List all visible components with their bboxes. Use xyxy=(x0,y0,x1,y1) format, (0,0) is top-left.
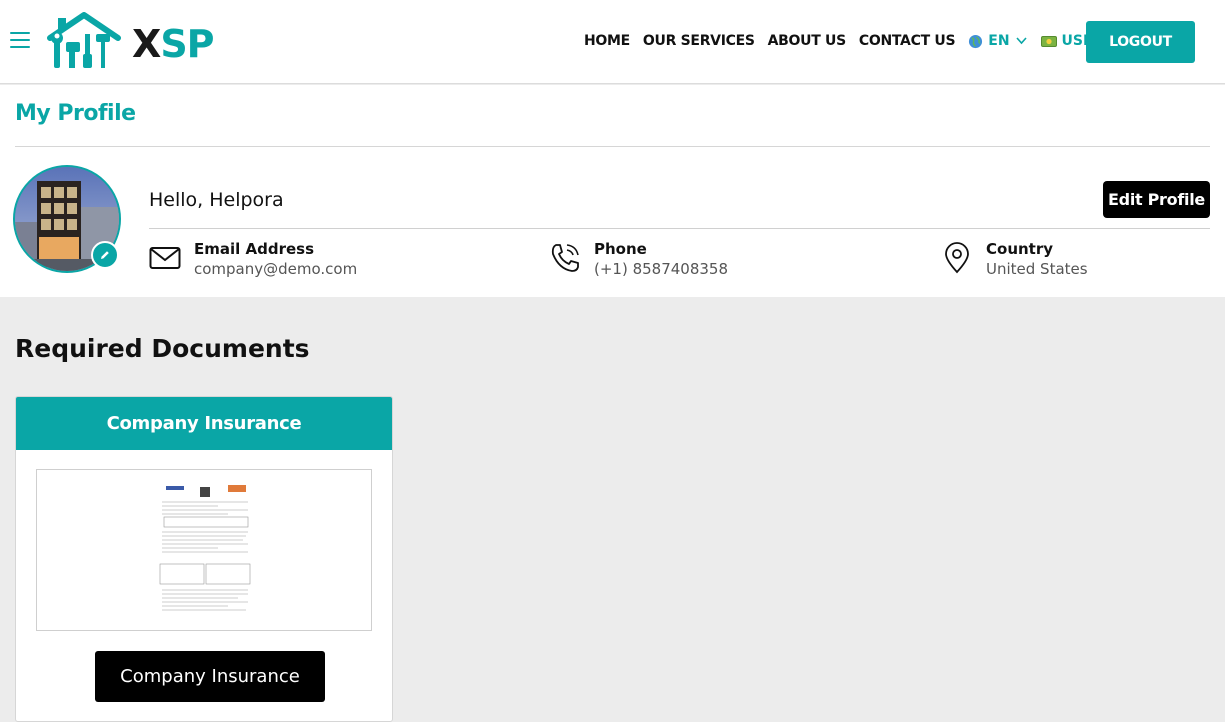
phone-icon xyxy=(551,244,579,272)
logout-button[interactable]: LOGOUT xyxy=(1086,21,1195,63)
country-value: United States xyxy=(986,260,1088,278)
document-thumbnail xyxy=(158,484,252,614)
pencil-icon xyxy=(101,251,109,259)
chevron-down-icon xyxy=(1015,37,1027,45)
avatar-edit-button[interactable] xyxy=(91,241,119,269)
wordmark-x: X xyxy=(132,22,161,66)
country-label: Country xyxy=(986,240,1054,258)
house-tools-logo-icon xyxy=(47,12,121,68)
email-label: Email Address xyxy=(194,240,315,258)
cash-icon xyxy=(1040,35,1057,47)
nav-our-services[interactable]: OUR SERVICES xyxy=(643,33,755,49)
nav-about-us[interactable]: ABOUT US xyxy=(768,33,847,49)
nav-contact-us[interactable]: CONTACT US xyxy=(859,33,956,49)
company-insurance-button[interactable]: Company Insurance xyxy=(95,651,325,702)
divider xyxy=(15,146,1210,147)
profile-section: My Profile Hello, Helpora Edit Profile E… xyxy=(0,85,1225,297)
edit-profile-button[interactable]: Edit Profile xyxy=(1103,181,1210,218)
phone-label: Phone xyxy=(594,240,647,258)
page-title: My Profile xyxy=(15,101,136,126)
phone-value: (+1) 8587408358 xyxy=(594,260,729,278)
brand-wordmark: XSP xyxy=(132,22,215,66)
document-card-header: Company Insurance xyxy=(16,397,392,450)
brand-logo[interactable]: XSP xyxy=(44,12,215,72)
wordmark-sp: SP xyxy=(160,22,214,66)
divider xyxy=(149,228,1210,229)
greeting-text: Hello, Helpora xyxy=(149,189,284,211)
main-nav: HOME OUR SERVICES ABOUT US CONTACT US EN… xyxy=(584,32,1126,50)
envelope-icon xyxy=(149,247,181,269)
language-value: EN xyxy=(988,33,1010,49)
email-value: company@demo.com xyxy=(194,260,358,278)
globe-icon xyxy=(969,34,983,48)
map-pin-icon xyxy=(945,242,969,274)
language-dropdown[interactable]: EN xyxy=(968,33,1027,49)
nav-home[interactable]: HOME xyxy=(584,33,630,49)
required-documents-title: Required Documents xyxy=(15,334,310,363)
top-header: XSP HOME OUR SERVICES ABOUT US CONTACT U… xyxy=(0,0,1225,84)
document-card: Company Insurance Company Insurance xyxy=(15,396,393,722)
hamburger-menu-icon[interactable] xyxy=(10,32,30,48)
document-preview[interactable] xyxy=(36,469,372,631)
